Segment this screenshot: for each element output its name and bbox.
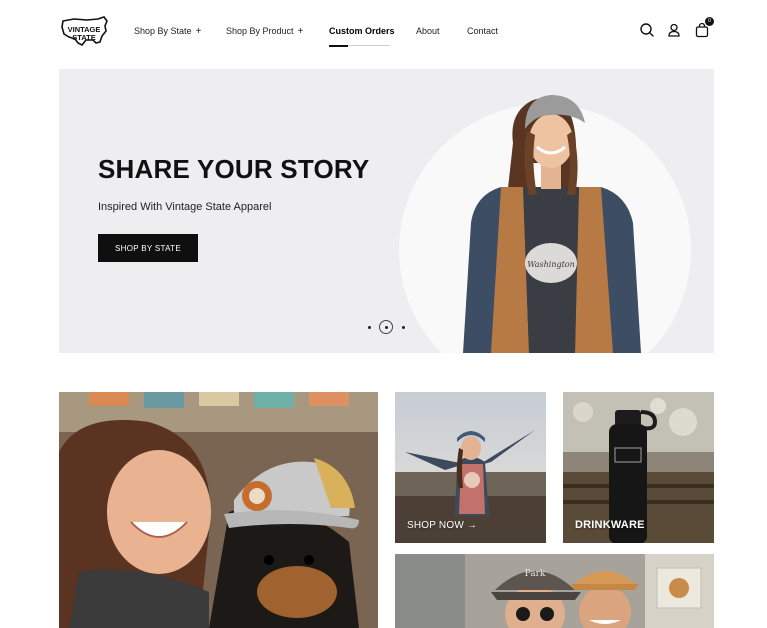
nav-shop-by-state[interactable]: Shop By State + <box>134 26 201 37</box>
shop-now-tile[interactable]: SHOP NOW → <box>395 392 546 543</box>
bag-icon[interactable]: 0 <box>694 17 714 38</box>
nav-label: Shop By State <box>134 26 192 36</box>
shirt-print-text: Washington <box>527 260 575 269</box>
search-icon[interactable] <box>639 22 655 38</box>
woman-with-dog-image <box>59 392 378 628</box>
active-nav-indicator <box>329 44 390 47</box>
hero-title: SHARE YOUR STORY <box>98 154 370 184</box>
arrow-right-icon: → <box>466 520 478 531</box>
nav-label: About <box>416 26 440 36</box>
cart-count-badge: 0 <box>705 17 714 26</box>
drinkware-tile[interactable]: DRINKWARE <box>563 392 714 543</box>
svg-text:Park: Park <box>525 569 546 579</box>
nav-shop-by-product[interactable]: Shop By Product + <box>226 26 303 37</box>
shop-now-link[interactable]: SHOP NOW → <box>407 520 477 531</box>
drinkware-label: DRINKWARE <box>575 519 645 531</box>
shop-now-label: SHOP NOW <box>407 520 464 531</box>
usa-map-logo-icon: VINTAGE STATE <box>61 16 108 47</box>
lifestyle-tile-dog-cap[interactable] <box>59 392 378 628</box>
nav-contact[interactable]: Contact <box>467 26 498 36</box>
slide-dot-2-active[interactable] <box>379 320 393 334</box>
logo-text-bottom: STATE <box>72 33 95 42</box>
site-header: VINTAGE STATE Shop By State + Shop By Pro… <box>0 0 767 66</box>
nav-custom-orders[interactable]: Custom Orders <box>329 26 395 47</box>
shop-by-state-button[interactable]: SHOP BY STATE <box>98 234 198 262</box>
nav-label: Contact <box>467 26 499 36</box>
nav-label: Custom Orders <box>329 26 395 36</box>
slide-dot-1[interactable] <box>368 325 371 329</box>
slider-pagination <box>365 319 409 335</box>
hero-subtitle: Inspired With Vintage State Apparel <box>98 201 272 213</box>
slide-dot-3[interactable] <box>402 325 405 329</box>
nav-label: Shop By Product <box>226 26 294 36</box>
plus-icon: + <box>195 26 202 37</box>
hero-banner: Washington SHARE YOUR STORY Inspired Wit… <box>59 69 714 353</box>
plus-icon: + <box>297 26 304 37</box>
user-icon[interactable] <box>666 22 682 38</box>
couple-in-hats-image: Park <box>395 554 714 628</box>
hats-tile[interactable]: Park <box>395 554 714 628</box>
nav-about[interactable]: About <box>416 26 440 36</box>
vintage-state-logo[interactable]: VINTAGE STATE <box>60 15 110 49</box>
hero-model-image: Washington <box>463 95 641 353</box>
